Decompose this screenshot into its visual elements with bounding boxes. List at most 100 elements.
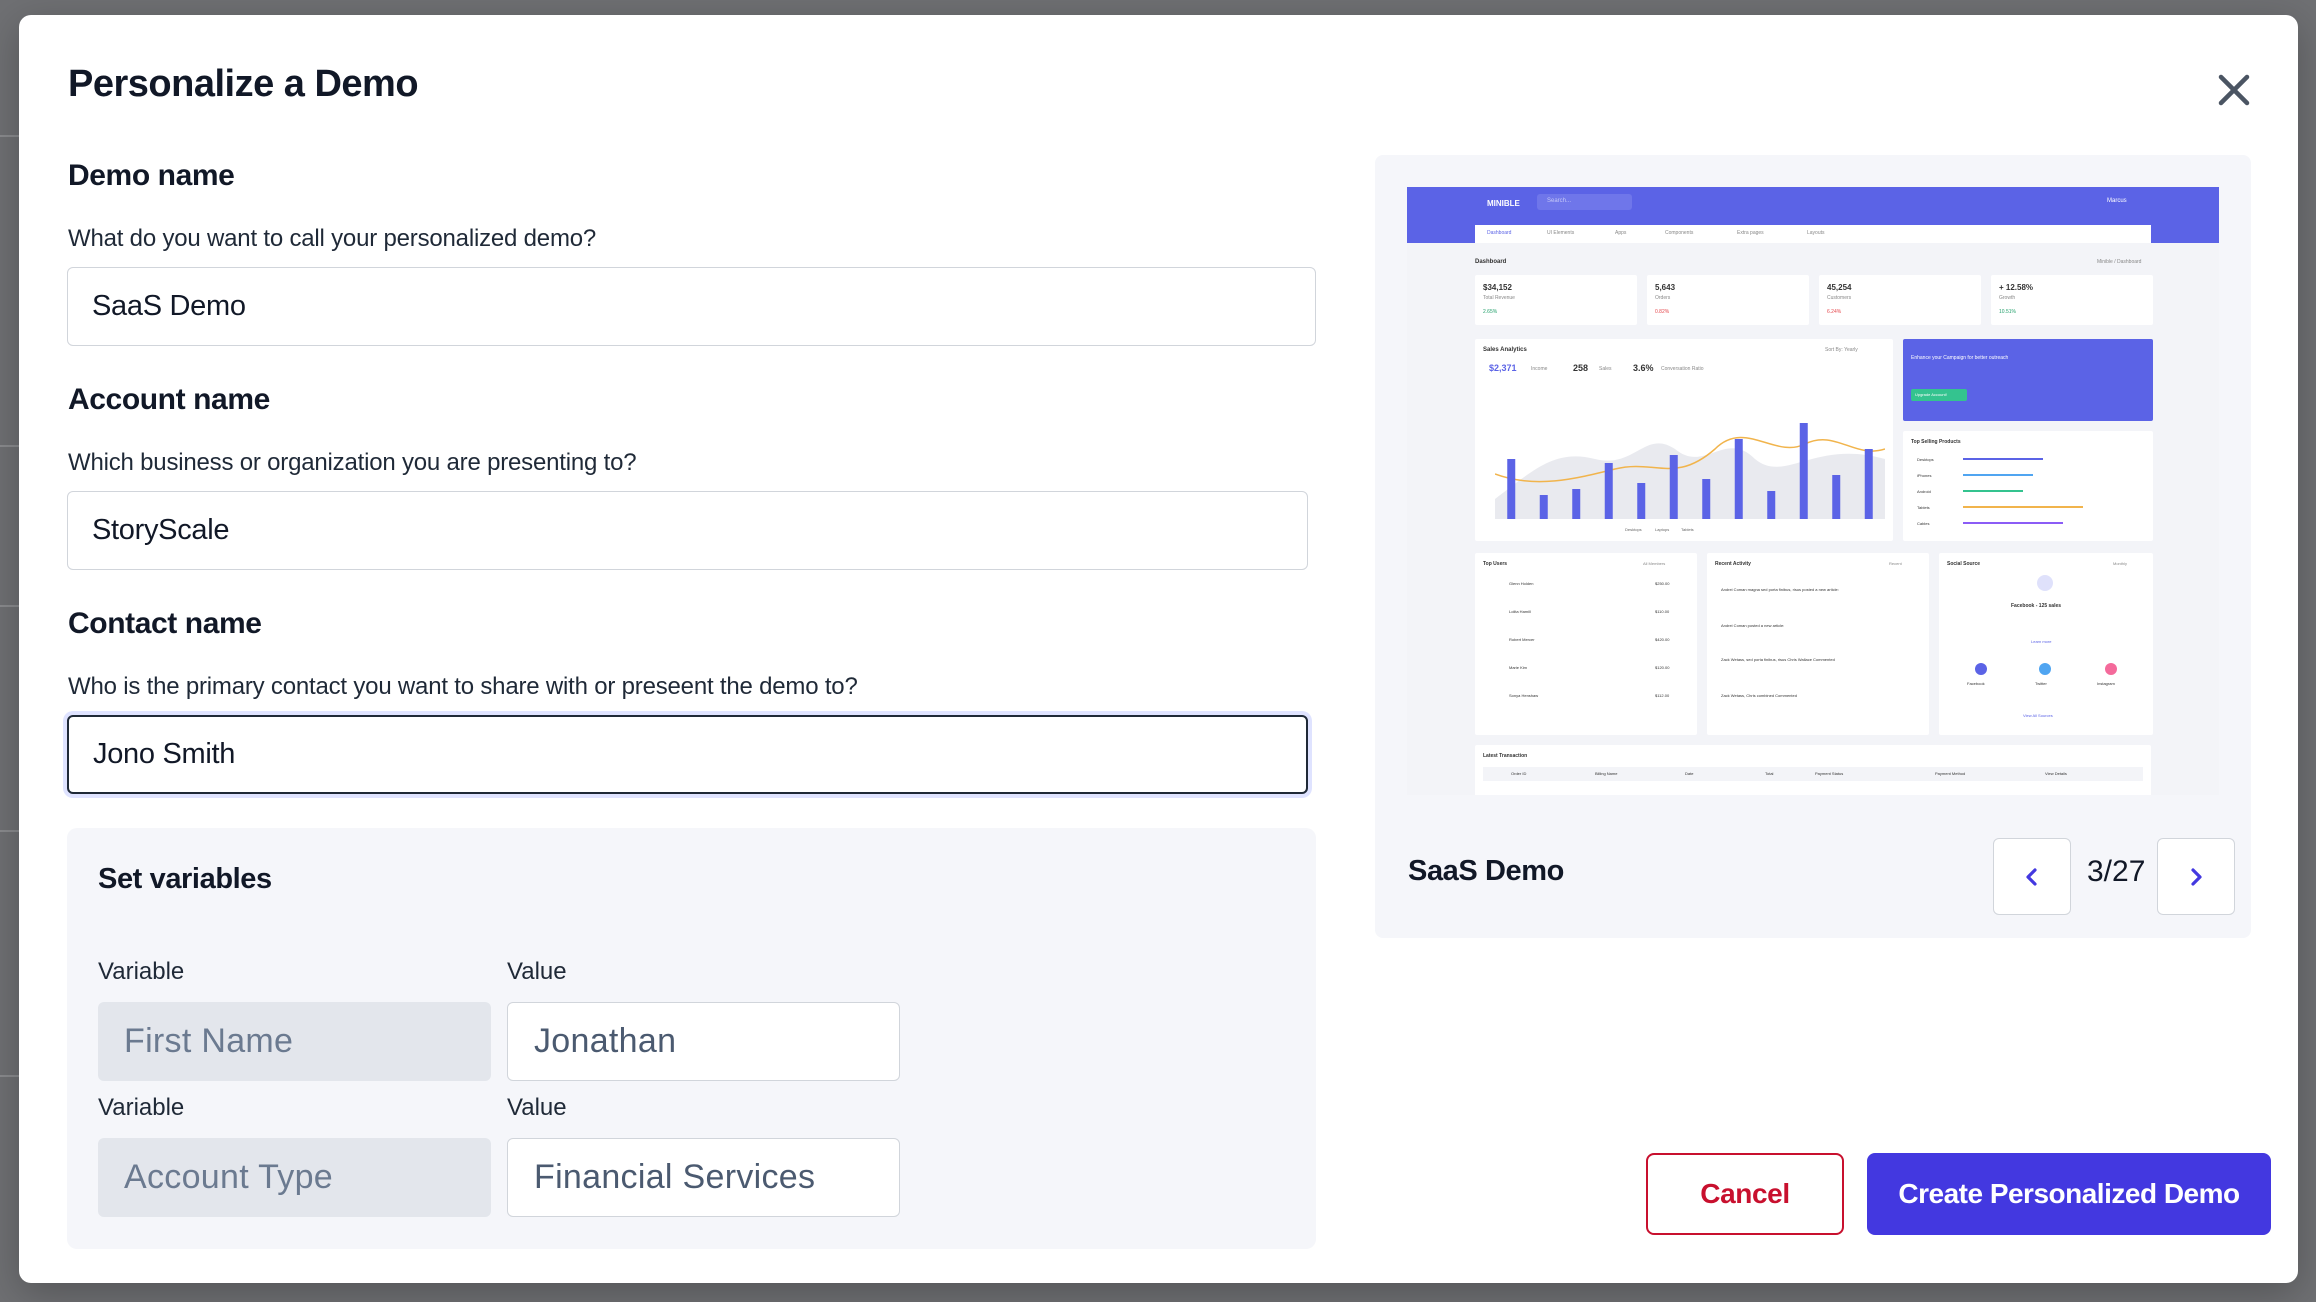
thumb-social-filter: Monthly (2113, 561, 2128, 566)
thumb-stat-label: Growth (1999, 295, 2016, 301)
thumb-col-header: View Details (2045, 771, 2067, 776)
contact-name-label: Contact name (68, 607, 262, 640)
thumb-col-header: Payment Method (1935, 771, 1966, 776)
thumb-promo-button: Upgrade Account! (1915, 392, 1947, 397)
thumb-social-headline: Facebook - 125 sales (2011, 603, 2062, 609)
thumb-legend-item: Laptops (1655, 527, 1670, 532)
thumb-stat-change: 10.51% (1999, 309, 2016, 315)
thumb-user-amount: $112.00 (1655, 693, 1670, 698)
page-count: 3/27 (2087, 855, 2146, 888)
thumb-sales: 258 (1573, 363, 1589, 373)
thumb-chart-bar (1669, 455, 1678, 519)
value-label: Value (507, 958, 567, 985)
thumb-promo-text: Enhance your Campaign for better outreac… (1911, 355, 2009, 361)
thumb-user-amount: $420.00 (1655, 637, 1670, 642)
thumb-nav-item: Layouts (1807, 230, 1825, 236)
thumb-products-title: Top Selling Products (1911, 439, 1961, 445)
value-account-type-input[interactable] (507, 1138, 900, 1217)
thumb-user-name: Lolita Hamill (1509, 609, 1531, 614)
thumb-chart-bar (1507, 459, 1516, 519)
set-variables-title: Set variables (98, 863, 272, 895)
thumb-product-item: Android (1917, 489, 1931, 494)
thumb-social-title: Social Source (1947, 561, 1981, 567)
thumb-chart-bar (1799, 423, 1808, 519)
cancel-button[interactable]: Cancel (1646, 1153, 1844, 1235)
create-personalized-demo-button[interactable]: Create Personalized Demo (1867, 1153, 2271, 1235)
thumb-nav-item: Apps (1615, 230, 1627, 236)
thumb-stat-value: $34,152 (1483, 283, 1512, 292)
thumb-transactions: Latest Transaction Order ID Billing Name… (1475, 745, 2151, 795)
close-button[interactable] (2211, 67, 2257, 113)
value-first-name-input[interactable] (507, 1002, 900, 1081)
preview-caption: SaaS Demo (1408, 855, 1564, 887)
preview-panel: MINIBLE Search... Marcus Dashboard UI El… (1375, 155, 2251, 938)
thumb-social-source-name: Facebook (1967, 681, 1985, 686)
thumb-income: $2,371 (1489, 363, 1517, 373)
thumb-activity-item: Zack Wetass, Chris combined Commented (1721, 693, 1797, 698)
thumb-stat-value: 5,643 (1655, 283, 1676, 292)
thumb-col-header: Total (1765, 771, 1774, 776)
thumb-chart-bar (1734, 439, 1743, 519)
backdrop-divider (0, 830, 20, 832)
thumb-stat-label: Customers (1827, 295, 1852, 301)
thumb-col-header: Billing Name (1595, 771, 1618, 776)
thumb-conversion-label: Conversation Ratio (1661, 366, 1704, 372)
thumb-social-source-name: Twitter (2035, 681, 2047, 686)
thumb-product-item: iPhones (1917, 473, 1932, 478)
contact-name-help: Who is the primary contact you want to s… (68, 673, 858, 700)
thumb-page-heading: Dashboard (1475, 259, 1507, 265)
thumb-user-amount: $120.00 (1655, 665, 1670, 670)
thumb-sales-analytics: Sales Analytics Sort By: Yearly $2,371 I… (1475, 339, 1893, 541)
thumb-chart-bar (1539, 495, 1548, 519)
thumb-nav: Dashboard UI Elements Apps Components Ex… (1475, 225, 2151, 243)
chevron-right-icon (2191, 867, 2202, 886)
thumb-stat-label: Orders (1655, 295, 1671, 301)
thumb-stat-card: + 12.58% Growth 10.51% (1991, 275, 2153, 325)
thumb-chart-bar (1702, 479, 1711, 519)
thumb-product-item: Desktops (1917, 457, 1934, 462)
thumb-stat-value: 45,254 (1827, 283, 1852, 292)
thumb-stat-value: + 12.58% (1999, 283, 2034, 292)
thumb-col-header: Order ID (1511, 771, 1527, 776)
thumb-sales-label: Sales (1599, 366, 1612, 372)
thumb-chart-bar (1767, 491, 1776, 519)
thumb-transactions-title: Latest Transaction (1483, 753, 1528, 759)
thumb-nav-item: UI Elements (1547, 230, 1575, 236)
thumb-product-item: Cables (1917, 521, 1930, 526)
thumb-stat-change: 6.24% (1827, 309, 1842, 315)
thumb-analytics-sort: Sort By: Yearly (1825, 347, 1858, 353)
thumb-top-products: Top Selling Products Desktops iPhones An… (1903, 431, 2153, 541)
next-page-button[interactable] (2157, 838, 2235, 915)
account-name-input[interactable] (67, 491, 1308, 570)
variable-label: Variable (98, 958, 185, 985)
demo-name-help: What do you want to call your personaliz… (68, 225, 597, 252)
thumb-social-learn: Learn more (2031, 639, 2052, 644)
thumb-stat-change: 2.65% (1483, 309, 1498, 315)
thumb-nav-item: Dashboard (1487, 230, 1512, 236)
thumb-chart-bar (1832, 475, 1841, 519)
thumb-user-name: Sonya Henshaw (1509, 693, 1539, 698)
variable-first-name: First Name (98, 1002, 491, 1081)
thumb-nav-item: Extra pages (1737, 230, 1764, 236)
previous-page-button[interactable] (1993, 838, 2071, 915)
backdrop-divider (0, 135, 20, 137)
thumb-user-amount: $110.00 (1655, 609, 1670, 614)
backdrop-divider (0, 1075, 20, 1077)
thumb-stat-card: 5,643 Orders 0.82% (1647, 275, 1809, 325)
thumb-legend-item: Desktops (1625, 527, 1642, 532)
thumb-stat-card: 45,254 Customers 6.24% (1819, 275, 1981, 325)
thumb-activity-filter: Recent (1889, 561, 1902, 566)
thumb-chart-bar (1637, 483, 1646, 519)
thumb-col-header: Payment Status (1815, 771, 1844, 776)
backdrop-divider (0, 445, 20, 447)
thumb-user-name: Marie Kim (1509, 665, 1528, 670)
modal-title: Personalize a Demo (68, 63, 419, 105)
thumb-promo: Enhance your Campaign for better outreac… (1903, 339, 2153, 421)
demo-preview-thumbnail: MINIBLE Search... Marcus Dashboard UI El… (1407, 187, 2219, 795)
thumb-search: Search... (1547, 198, 1572, 204)
thumb-nav-item: Components (1665, 230, 1694, 236)
contact-name-input[interactable] (67, 715, 1308, 794)
chevron-left-icon (2026, 867, 2037, 886)
demo-name-input[interactable] (67, 267, 1316, 346)
thumb-social-source-name: Instagram (2097, 681, 2115, 686)
